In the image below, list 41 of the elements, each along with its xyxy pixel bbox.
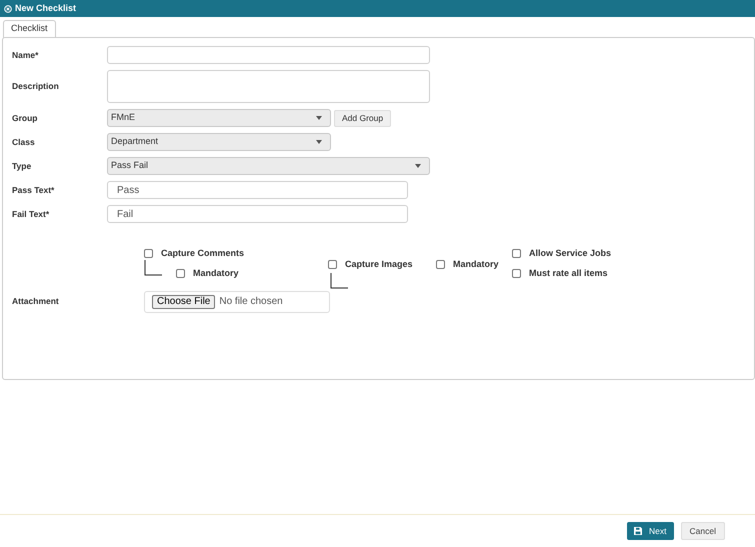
tab[interactable]: Checklist — [3, 20, 56, 38]
checkbox[interactable] — [512, 268, 521, 278]
checkbox-label: Capture Images — [345, 258, 413, 271]
caret-icon — [415, 164, 421, 168]
checkbox-label: Must rate all items — [529, 266, 608, 280]
field-label: Fail Text* — [12, 208, 50, 220]
checkbox-label: Capture Comments — [161, 247, 244, 260]
text-field[interactable]: Pass — [107, 181, 408, 199]
next-button[interactable]: Next — [627, 522, 674, 540]
checkbox-label: Allow Service Jobs — [529, 247, 612, 260]
checkbox-label: Mandatory — [193, 267, 239, 280]
select-field[interactable]: FMnE — [107, 109, 331, 127]
select-field[interactable]: Department — [107, 133, 331, 151]
add-group-button[interactable]: Add Group — [334, 110, 392, 126]
choose-file-button[interactable]: Choose File — [152, 294, 216, 308]
field-label: Pass Text* — [12, 184, 56, 196]
text-field[interactable]: Fail — [107, 205, 408, 223]
connector-line — [330, 272, 348, 288]
cancel-button[interactable]: Cancel — [680, 522, 725, 540]
field-label: Type — [12, 160, 32, 172]
checkbox[interactable] — [436, 260, 445, 270]
select-field[interactable]: Pass Fail — [107, 157, 430, 175]
field-label: Group — [12, 112, 38, 124]
window-title: New Checklist — [15, 2, 76, 15]
connector-line — [144, 260, 162, 276]
field-label: Class — [12, 136, 36, 148]
checkbox[interactable] — [512, 249, 521, 258]
field-label: Description — [12, 80, 60, 93]
field-label: Attachment — [12, 295, 60, 308]
checkbox[interactable] — [328, 260, 337, 270]
checkbox-label: Mandatory — [453, 258, 499, 271]
checkbox[interactable] — [144, 249, 153, 258]
caret-icon — [316, 140, 322, 144]
caret-icon — [316, 116, 322, 120]
text-field[interactable] — [107, 46, 430, 64]
checkbox[interactable] — [176, 269, 185, 278]
field-label: Name* — [12, 48, 40, 62]
file-input[interactable]: Choose File No file chosen — [144, 290, 330, 312]
save-icon — [634, 527, 642, 535]
file-status: No file chosen — [219, 295, 283, 309]
close-icon[interactable] — [4, 4, 12, 12]
